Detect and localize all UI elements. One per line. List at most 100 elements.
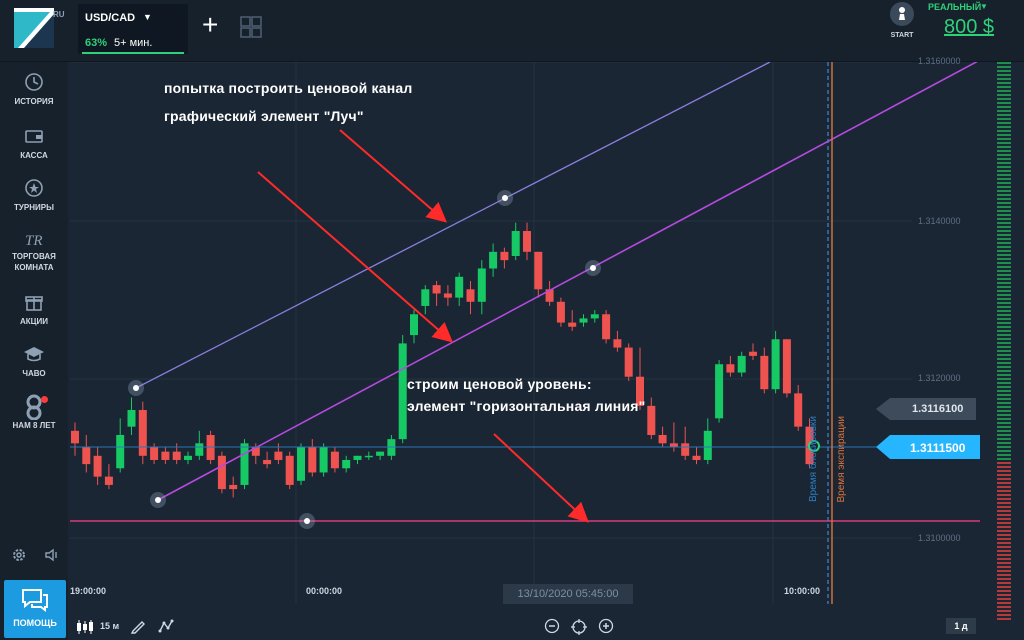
price-chart[interactable] [68, 62, 995, 612]
top-bar: RU USD/CAD ▼ 63% 5+ мин. + START РЕАЛЬНЫ… [0, 0, 1024, 62]
period-selector[interactable]: 1 д [946, 618, 976, 634]
star-icon [25, 179, 43, 197]
depth-bar [997, 302, 1011, 304]
graduation-cap-icon [24, 347, 44, 362]
depth-bar [997, 62, 1011, 64]
candle-bearish [308, 447, 317, 473]
candle-bullish [342, 459, 351, 469]
price-marker-grey: 1.3116100 [876, 398, 976, 420]
candle-bullish [715, 364, 724, 419]
candle-bearish [749, 351, 757, 356]
depth-bar [997, 338, 1011, 340]
chevron-down-icon[interactable]: ▼ [980, 2, 988, 11]
depth-bar [997, 238, 1011, 240]
depth-bar [997, 194, 1011, 196]
depth-bar [997, 94, 1011, 96]
candle-bearish [150, 447, 159, 460]
y-axis-tick: 1.3120000 [918, 373, 961, 383]
depth-bar [997, 274, 1011, 276]
depth-bar [997, 494, 1011, 496]
depth-bar [997, 230, 1011, 232]
candle-bearish [534, 251, 543, 290]
pencil-icon[interactable] [130, 618, 146, 634]
depth-bar [997, 542, 1011, 544]
depth-bar [997, 426, 1011, 428]
indicators-icon[interactable] [158, 618, 174, 634]
fit-screen-icon[interactable] [570, 618, 588, 636]
zoom-in-icon[interactable] [598, 618, 614, 634]
depth-bar [997, 570, 1011, 572]
depth-bar [997, 278, 1011, 280]
x-axis-tick: 00:00:00 [306, 586, 343, 596]
depth-bar [997, 182, 1011, 184]
expiry-time-label: Время экспирации [836, 416, 847, 503]
depth-bar [997, 530, 1011, 532]
y-axis-tick: 1.3140000 [918, 216, 961, 226]
candle-bearish [285, 455, 294, 485]
sidebar-item-anniversary[interactable]: НАМ 8 ЛЕТ [0, 394, 68, 446]
depth-bar [997, 114, 1011, 116]
depth-bar [997, 362, 1011, 364]
depth-bar [997, 546, 1011, 548]
zoom-out-icon[interactable] [544, 618, 560, 634]
depth-bar [997, 370, 1011, 372]
logo-region-badge: RU [53, 10, 65, 19]
help-button[interactable]: ПОМОЩЬ [4, 580, 66, 638]
anchor-point-dot [304, 518, 310, 524]
sidebar-item-promotions[interactable]: АКЦИИ [0, 292, 68, 344]
anchor-point-dot [502, 195, 508, 201]
current-price-marker: 1.3111500 [876, 435, 980, 459]
logo[interactable] [14, 8, 54, 48]
depth-bar [997, 314, 1011, 316]
timeframe-selector[interactable]: 15 м [100, 621, 119, 631]
depth-bar [997, 510, 1011, 512]
sidebar: ИСТОРИЯ КАССА ТУРНИРЫ TR ТОРГОВАЯ КОМНАТ… [0, 62, 68, 640]
anchor-point-dot [155, 497, 161, 503]
depth-bar [997, 122, 1011, 124]
candle-bullish [421, 289, 430, 306]
depth-bar [997, 70, 1011, 72]
asset-selector[interactable]: USD/CAD ▼ 63% 5+ мин. [78, 4, 188, 54]
depth-bar [997, 262, 1011, 264]
sidebar-item-label: НАМ 8 ЛЕТ [12, 421, 56, 430]
start-button[interactable]: START [884, 2, 920, 46]
grid-view-icon[interactable] [240, 16, 262, 38]
candle-bearish [93, 455, 102, 477]
depth-bar [997, 518, 1011, 520]
candle-bearish [274, 451, 283, 460]
depth-bar [997, 550, 1011, 552]
speaker-icon[interactable] [44, 547, 60, 563]
depth-bar [997, 406, 1011, 408]
depth-bar [997, 170, 1011, 172]
candlestick-type-icon[interactable] [76, 619, 94, 635]
depth-bar [997, 410, 1011, 412]
plus-icon[interactable]: + [202, 10, 218, 40]
sidebar-item-trading-room[interactable]: TR ТОРГОВАЯ КОМНАТА [0, 230, 68, 282]
depth-bar [997, 398, 1011, 400]
depth-bar [997, 422, 1011, 424]
sidebar-item-history[interactable]: ИСТОРИЯ [0, 72, 68, 124]
depth-bar [997, 526, 1011, 528]
depth-bar [997, 394, 1011, 396]
crosshair-date-label: 13/10/2020 05:45:00 [503, 584, 633, 604]
gear-icon[interactable] [11, 547, 27, 563]
depth-bar [997, 554, 1011, 556]
account-type[interactable]: РЕАЛЬНЫЙ [928, 2, 981, 12]
depth-bar [997, 610, 1011, 612]
depth-bar [997, 290, 1011, 292]
depth-bar [997, 458, 1011, 460]
candle-bullish [184, 455, 192, 460]
depth-bar [997, 74, 1011, 76]
sidebar-item-cashier[interactable]: КАССА [0, 126, 68, 178]
candle-bullish [737, 355, 746, 373]
candle-bullish [771, 339, 780, 390]
depth-bar [997, 334, 1011, 336]
help-label: ПОМОЩЬ [13, 618, 57, 628]
candle-bullish [703, 430, 712, 460]
depth-bar [997, 190, 1011, 192]
candle-bullish [297, 447, 305, 481]
account-balance[interactable]: 800 $ [944, 16, 994, 39]
sidebar-item-tournaments[interactable]: ТУРНИРЫ [0, 178, 68, 230]
sidebar-item-faq[interactable]: ЧАВО [0, 344, 68, 396]
chat-icon [22, 589, 48, 612]
